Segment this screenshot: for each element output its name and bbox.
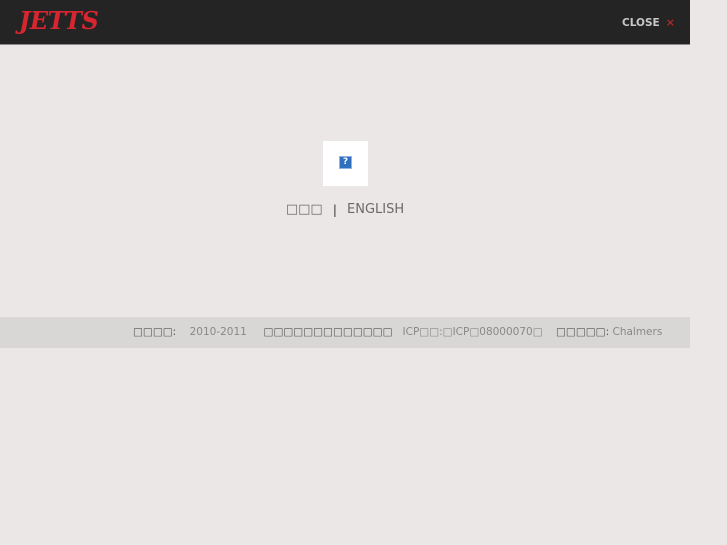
missing-plugin-icon: ? — [339, 156, 352, 169]
top-bar: JETTS CLOSE × — [0, 0, 690, 45]
company-name: □□□□□□□□□□□□□ — [263, 326, 393, 338]
flash-placeholder[interactable]: ? — [323, 141, 368, 186]
design-value[interactable]: Chalmers — [612, 326, 662, 338]
language-english-link[interactable]: ENGLISH — [347, 202, 404, 217]
jetts-logo[interactable]: JETTS — [19, 6, 99, 35]
close-button[interactable]: CLOSE × — [622, 16, 675, 29]
design-label: □□□□□: — [555, 326, 610, 338]
close-label: CLOSE — [622, 17, 660, 29]
language-chinese-link[interactable]: □□□ — [286, 202, 323, 217]
language-separator: | — [332, 202, 337, 217]
icp-value[interactable]: □ICP□08000070□ — [443, 326, 543, 338]
copyright-label: □□□□: — [133, 326, 177, 338]
copyright-value: 2010-2011 — [189, 326, 247, 338]
language-selector: □□□ | ENGLISH — [0, 202, 690, 217]
icp-label: ICP□□: — [402, 326, 443, 338]
close-icon: × — [665, 16, 675, 29]
footer: □□□□: 2010-2011 □□□□□□□□□□□□□ ICP□□:□ICP… — [0, 317, 690, 348]
